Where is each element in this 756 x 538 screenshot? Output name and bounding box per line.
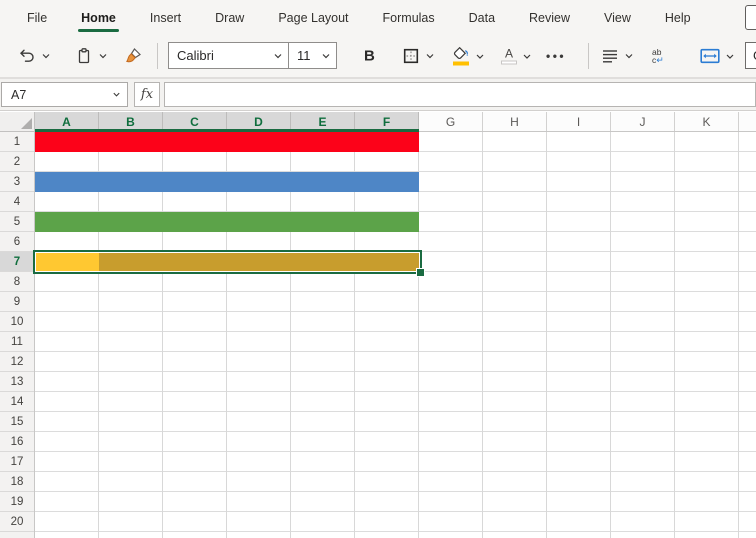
chevron-down-icon xyxy=(112,90,127,99)
merge-center-icon xyxy=(700,48,720,64)
more-options-icon: ••• xyxy=(546,49,567,63)
spreadsheet-grid: ABCDEFGHIJK 1 2 3 4 5 6 7 8 9 10 11 12 13 14 15 16 17 18 1… xyxy=(0,112,756,538)
merge-center-button[interactable] xyxy=(700,48,735,64)
row-header-11[interactable]: 11 xyxy=(0,332,34,352)
chevron-down-icon xyxy=(475,51,485,61)
wrap-return-arrow: ↵ xyxy=(656,55,664,65)
row-header-8[interactable]: 8 xyxy=(0,272,34,292)
row-header-16[interactable]: 16 xyxy=(0,432,34,452)
chevron-down-icon xyxy=(624,51,634,61)
font-color-swatch xyxy=(501,60,517,65)
toolbar-divider xyxy=(588,43,589,69)
font-color-button[interactable]: A xyxy=(501,48,532,65)
font-size-value: 11 xyxy=(297,48,311,63)
row-header-6[interactable]: 6 xyxy=(0,232,34,252)
fill-color-button[interactable] xyxy=(452,46,485,66)
borders-button[interactable] xyxy=(402,47,435,65)
number-format-box-clipped[interactable]: G xyxy=(745,42,756,69)
row-header-2[interactable]: 2 xyxy=(0,152,34,172)
bold-label: B xyxy=(364,47,375,65)
font-color-icon: A xyxy=(501,48,517,65)
name-box[interactable]: A7 xyxy=(1,82,128,107)
font-color-letter: A xyxy=(504,46,513,61)
chevron-down-icon xyxy=(725,51,735,61)
cell-fill-row1-A-F[interactable] xyxy=(35,132,419,152)
borders-icon xyxy=(402,47,420,65)
menu-item-help[interactable]: Help xyxy=(648,0,708,35)
row-header-12[interactable]: 12 xyxy=(0,352,34,372)
row-header-7[interactable]: 7 xyxy=(0,252,34,272)
align-icon xyxy=(601,48,619,64)
selection-outline[interactable] xyxy=(33,250,425,277)
menu-item-home[interactable]: Home xyxy=(64,0,133,35)
format-painter-icon xyxy=(124,47,143,66)
paste-button[interactable] xyxy=(75,47,108,65)
cell-fill-row5-A-F[interactable] xyxy=(35,212,419,232)
chevron-down-icon xyxy=(273,51,288,61)
row-header-15[interactable]: 15 xyxy=(0,412,34,432)
row-header-5[interactable]: 5 xyxy=(0,212,34,232)
column-header-partial[interactable] xyxy=(739,112,756,131)
row-header-14[interactable]: 14 xyxy=(0,392,34,412)
name-box-value: A7 xyxy=(11,87,27,102)
menu-bar: File Home Insert Draw Page Layout Formulas Dat… xyxy=(0,0,756,35)
row-header-4[interactable]: 4 xyxy=(0,192,34,212)
fx-label: fx xyxy=(140,87,154,102)
font-size-combobox[interactable]: 11 xyxy=(288,42,337,69)
font-name-value: Calibri xyxy=(177,48,214,63)
menu-item-page-layout[interactable]: Page Layout xyxy=(261,0,365,35)
row-header-1[interactable]: 1 xyxy=(0,132,34,152)
row-header-9[interactable]: 9 xyxy=(0,292,34,312)
column-header-j[interactable]: J xyxy=(611,112,675,131)
chevron-down-icon xyxy=(425,51,435,61)
column-header-g[interactable]: G xyxy=(419,112,483,131)
fx-button[interactable]: fx xyxy=(134,82,160,107)
fill-color-icon xyxy=(452,46,470,66)
ribbon-toolbar: Calibri 11 B A ••• ab c↵ xyxy=(0,35,756,77)
menu-item-review[interactable]: Review xyxy=(512,0,587,35)
chevron-down-icon xyxy=(98,51,108,61)
selected-columns-underline xyxy=(35,129,419,132)
menu-item-draw[interactable]: Draw xyxy=(198,0,261,35)
row-header-20[interactable]: 20 xyxy=(0,512,34,532)
format-painter-button[interactable] xyxy=(124,47,143,66)
cell-fill-row3-A-F[interactable] xyxy=(35,172,419,192)
menu-item-file[interactable]: File xyxy=(10,0,64,35)
row-header-10[interactable]: 10 xyxy=(0,312,34,332)
toolbar-divider xyxy=(157,43,158,69)
row-headers: 1 2 3 4 5 6 7 8 9 10 11 12 13 14 15 16 17 18 19 20 xyxy=(0,132,35,538)
align-button[interactable] xyxy=(601,48,634,64)
undo-button[interactable] xyxy=(18,47,51,65)
select-all-corner[interactable] xyxy=(0,112,35,132)
row-header-18[interactable]: 18 xyxy=(0,472,34,492)
wrap-text-button[interactable]: ab c↵ xyxy=(652,48,664,65)
more-options-button[interactable]: ••• xyxy=(546,49,566,63)
column-header-i[interactable]: I xyxy=(547,112,611,131)
row-header-17[interactable]: 17 xyxy=(0,452,34,472)
menu-item-view[interactable]: View xyxy=(587,0,648,35)
fill-handle[interactable] xyxy=(416,268,425,277)
menubar-right-clipped-box[interactable] xyxy=(745,5,756,30)
chevron-down-icon xyxy=(41,51,51,61)
bold-button[interactable]: B xyxy=(364,48,375,65)
fill-color-swatch xyxy=(453,61,469,66)
formula-bar: A7 fx xyxy=(0,79,756,111)
menu-item-insert[interactable]: Insert xyxy=(133,0,198,35)
formula-input[interactable] xyxy=(164,82,756,107)
font-name-combobox[interactable]: Calibri xyxy=(168,42,289,69)
undo-icon xyxy=(18,47,36,65)
row-header-13[interactable]: 13 xyxy=(0,372,34,392)
column-header-k[interactable]: K xyxy=(675,112,739,131)
column-header-h[interactable]: H xyxy=(483,112,547,131)
select-all-triangle-icon xyxy=(21,118,32,129)
paste-clipboard-icon xyxy=(75,47,93,65)
row-header-3[interactable]: 3 xyxy=(0,172,34,192)
chevron-down-icon xyxy=(522,51,532,61)
menu-item-formulas[interactable]: Formulas xyxy=(366,0,452,35)
chevron-down-icon xyxy=(321,51,336,61)
menu-item-data[interactable]: Data xyxy=(452,0,512,35)
row-header-19[interactable]: 19 xyxy=(0,492,34,512)
cells-area[interactable] xyxy=(33,132,756,538)
wrap-text-icon: ab c↵ xyxy=(652,48,664,65)
